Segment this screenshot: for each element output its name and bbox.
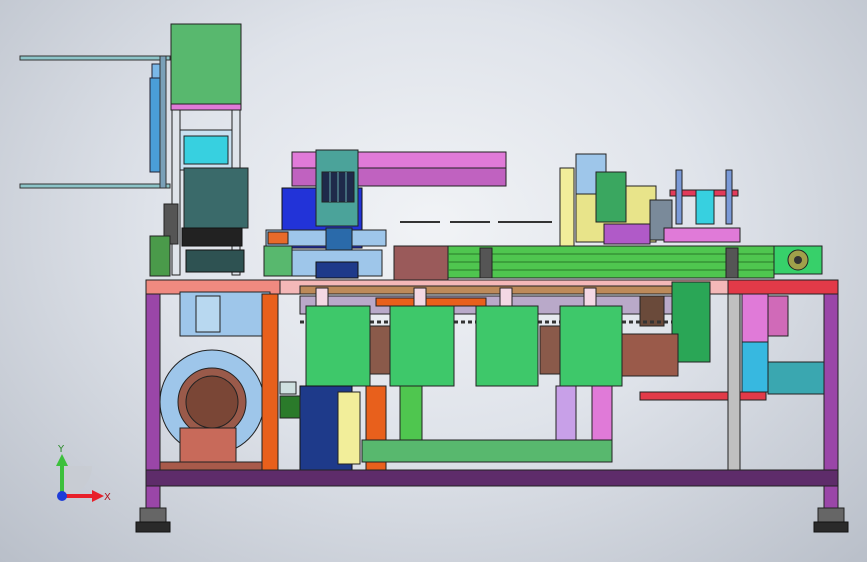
cad-assembly-view: Y X [19, 23, 849, 533]
right-drive [639, 293, 825, 471]
axis-triad: Y X [56, 444, 111, 503]
y-axis-label: Y [57, 444, 65, 455]
main-conveyor [393, 245, 823, 281]
x-axis-label: X [104, 492, 111, 503]
left-guide-rods [19, 55, 171, 189]
z-axis-dot [57, 491, 67, 501]
lower-columns [299, 385, 613, 471]
blower-motor [159, 291, 301, 473]
